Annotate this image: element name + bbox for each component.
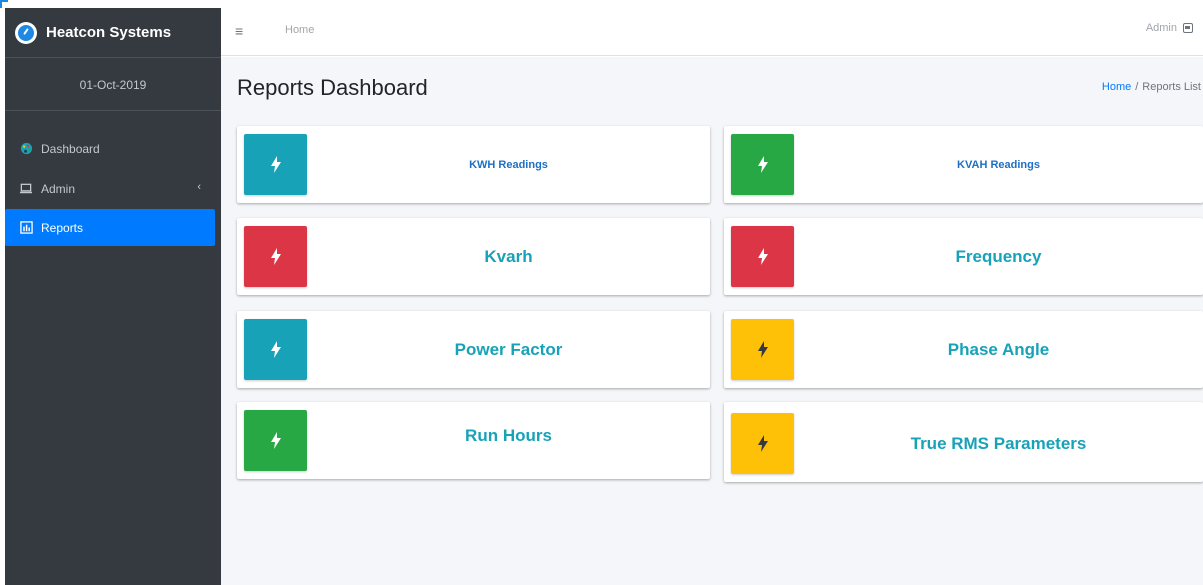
report-card-kvah[interactable]: KVAH Readings: [724, 126, 1203, 203]
bolt-icon: [244, 410, 307, 471]
user-name: Admin: [1145, 22, 1177, 34]
sidebar-item-admin[interactable]: Admin ‹: [5, 170, 215, 207]
app-window: Heatcon Systems 01-Oct-2019 Dashboard Ad…: [0, 0, 1203, 585]
report-card-label[interactable]: Run Hours: [307, 402, 710, 479]
breadcrumb-current: Reports List: [1142, 81, 1201, 93]
bolt-icon: [731, 319, 794, 380]
chevron-left-icon[interactable]: ‹: [197, 181, 201, 193]
top-strip: [0, 0, 1203, 8]
brand-name: Heatcon Systems: [46, 24, 172, 41]
report-card-true-rms[interactable]: True RMS Parameters: [724, 402, 1203, 482]
palette-icon: [19, 142, 33, 156]
report-card-label[interactable]: Kvarh: [307, 218, 710, 295]
bolt-icon: [244, 134, 307, 195]
report-card-run-hours[interactable]: Run Hours: [237, 402, 710, 479]
compass-logo-icon: [15, 21, 37, 44]
report-card-kvarh[interactable]: Kvarh: [237, 218, 710, 295]
report-card-kwh[interactable]: KWH Readings: [237, 126, 710, 203]
breadcrumb: Home / Reports List: [1102, 81, 1201, 93]
top-navbar: ≡ Home Admin: [221, 8, 1203, 56]
sidebar-item-label: Admin: [41, 181, 76, 196]
bar-chart-icon: [19, 221, 33, 235]
report-card-label[interactable]: True RMS Parameters: [794, 402, 1203, 482]
report-card-label[interactable]: Phase Angle: [794, 311, 1203, 388]
bolt-icon: [244, 319, 307, 380]
sidebar: Heatcon Systems 01-Oct-2019 Dashboard Ad…: [5, 8, 221, 585]
bolt-icon: [244, 226, 307, 287]
report-card-phase-angle[interactable]: Phase Angle: [724, 311, 1203, 388]
current-date: 01-Oct-2019: [5, 59, 221, 111]
user-menu[interactable]: Admin: [1146, 22, 1193, 34]
breadcrumb-separator: /: [1135, 81, 1139, 93]
report-card-label[interactable]: KWH Readings: [307, 126, 710, 203]
content-area: Reports Dashboard Home / Reports List KWH …: [221, 57, 1203, 585]
report-card-label[interactable]: KVAH Readings: [794, 126, 1203, 203]
bolt-icon: [731, 134, 794, 195]
user-menu-icon: [1183, 23, 1193, 33]
nav-home-link[interactable]: Home: [285, 24, 314, 36]
bolt-icon: [731, 226, 794, 287]
sidebar-item-label: Reports: [41, 220, 84, 235]
bolt-icon: [731, 413, 794, 474]
sidebar-item-label: Dashboard: [41, 141, 100, 156]
hamburger-menu-icon[interactable]: ≡: [235, 21, 251, 41]
report-card-label[interactable]: Power Factor: [307, 311, 710, 388]
report-card-label[interactable]: Frequency: [794, 218, 1203, 295]
report-card-power-factor[interactable]: Power Factor: [237, 311, 710, 388]
page-title: Reports Dashboard: [237, 75, 428, 100]
breadcrumb-home-link[interactable]: Home: [1102, 81, 1131, 93]
brand-link[interactable]: Heatcon Systems: [5, 8, 221, 58]
sidebar-item-reports[interactable]: Reports: [5, 209, 215, 246]
report-card-frequency[interactable]: Frequency: [724, 218, 1203, 295]
laptop-icon: [19, 182, 33, 196]
sidebar-item-dashboard[interactable]: Dashboard: [5, 130, 215, 167]
